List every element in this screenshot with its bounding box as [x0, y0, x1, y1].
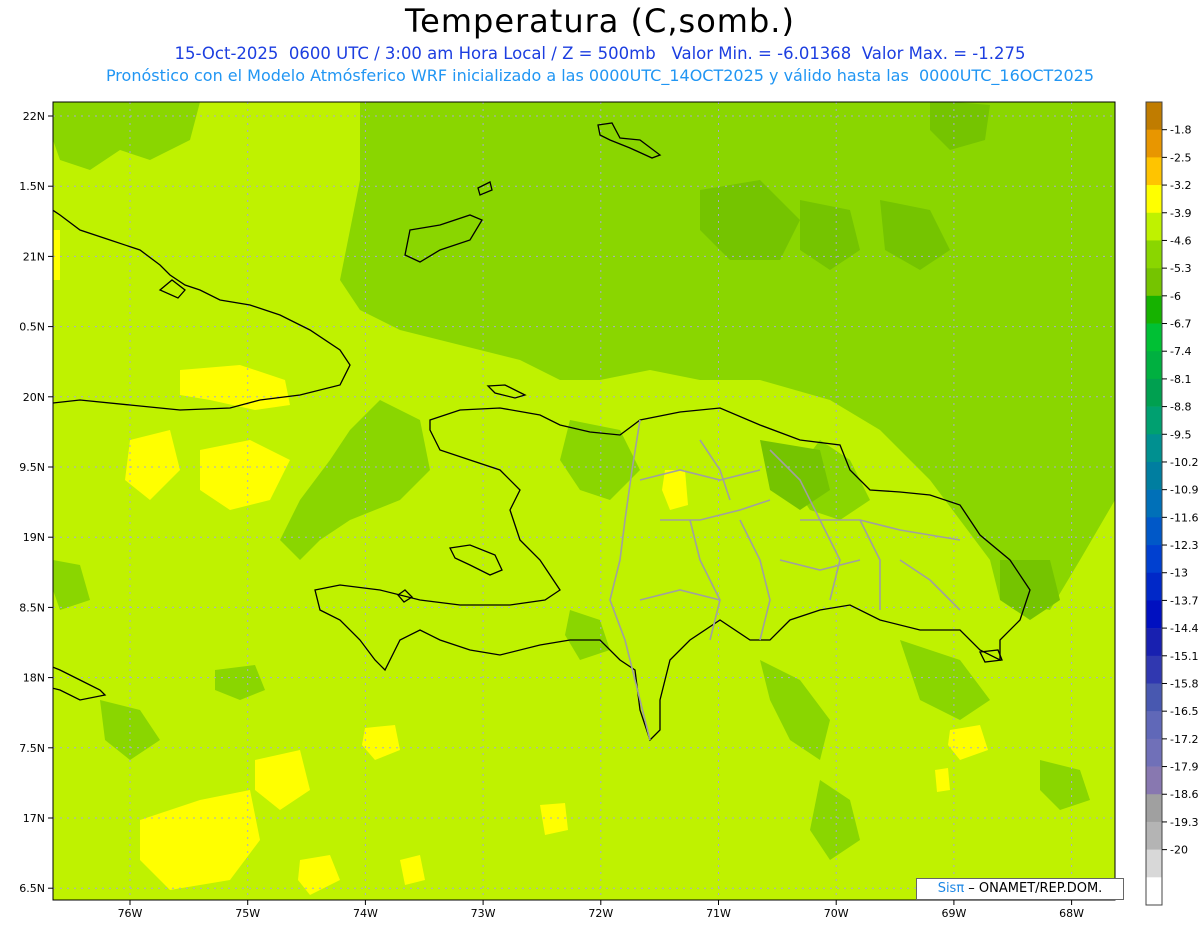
colorbar-label: -11.6	[1170, 511, 1198, 524]
colorbar-swatch	[1146, 545, 1162, 574]
colorbar-swatch	[1146, 489, 1162, 518]
colorbar-label: -10.9	[1170, 484, 1198, 497]
credit-text: – ONAMET/REP.DOM.	[964, 881, 1103, 896]
colorbar-label: -13	[1170, 567, 1188, 580]
colorbar-label: -3.2	[1170, 179, 1191, 192]
colorbar-label: -4.6	[1170, 234, 1191, 247]
colorbar-label: -6	[1170, 290, 1181, 303]
colorbar-label: -8.1	[1170, 373, 1191, 386]
colorbar-label: -15.1	[1170, 650, 1198, 663]
lat-label: 19N	[23, 531, 45, 544]
colorbar-label: -1.8	[1170, 124, 1191, 137]
lon-label: 72W	[588, 907, 613, 920]
colorbar-label: -17.2	[1170, 733, 1198, 746]
temperature-map: 22N 1.5N 21N 0.5N 20N 9.5N 19N 8.5N 18N 7.5N 17N 6.…	[19, 101, 1198, 920]
colorbar-swatch	[1146, 461, 1162, 490]
colorbar-label: -6.7	[1170, 318, 1191, 331]
colorbar-swatch	[1146, 295, 1162, 324]
colorbar-swatch	[1146, 711, 1162, 740]
colorbar-swatch	[1146, 600, 1162, 629]
lat-label: 17N	[23, 812, 45, 825]
colorbar-swatch	[1146, 821, 1162, 850]
colorbar-label: -14.4	[1170, 622, 1198, 635]
colorbar-label: -9.5	[1170, 428, 1191, 441]
colorbar-swatch	[1146, 268, 1162, 297]
colorbar-label: -18.6	[1170, 788, 1198, 801]
longitude-axis: 76W 75W 74W 73W 72W 71W 70W 69W 68W	[118, 900, 1084, 920]
lat-label: 18N	[23, 672, 45, 685]
colorbar-label: -17.9	[1170, 761, 1198, 774]
colorbar-swatch	[1146, 212, 1162, 241]
lon-label: 69W	[941, 907, 966, 920]
lat-label: 20N	[23, 391, 45, 404]
lon-label: 74W	[353, 907, 378, 920]
lon-label: 68W	[1059, 907, 1084, 920]
colorbar-swatch	[1146, 794, 1162, 823]
lat-label: 1.5N	[19, 180, 45, 193]
colorbar-swatch	[1146, 378, 1162, 407]
colorbar-swatch	[1146, 351, 1162, 380]
colorbar-label: -15.8	[1170, 677, 1198, 690]
lat-label: 22N	[23, 110, 45, 123]
colorbar-swatch	[1146, 129, 1162, 158]
colorbar-label: -20	[1170, 844, 1188, 857]
colorbar-swatch	[1146, 406, 1162, 435]
lon-label: 70W	[824, 907, 849, 920]
colorbar-label: -13.7	[1170, 594, 1198, 607]
colorbar-swatch	[1146, 102, 1162, 130]
colorbar-swatch	[1146, 849, 1162, 878]
colorbar-label: -7.4	[1170, 345, 1191, 358]
colorbar-swatch	[1146, 683, 1162, 712]
lon-label: 76W	[118, 907, 143, 920]
colorbar-swatch	[1146, 517, 1162, 546]
colorbar-swatch	[1146, 877, 1162, 906]
credit-box: Sisπ – ONAMET/REP.DOM.	[916, 878, 1124, 900]
lat-label: 21N	[23, 250, 45, 263]
colorbar-label: -16.5	[1170, 705, 1198, 718]
colorbar-label: -8.8	[1170, 401, 1191, 414]
colorbar-swatch	[1146, 157, 1162, 186]
colorbar-swatch	[1146, 185, 1162, 214]
lon-label: 71W	[706, 907, 731, 920]
lat-label: 9.5N	[19, 461, 45, 474]
colorbar-swatch	[1146, 572, 1162, 601]
lat-label: 6.5N	[19, 882, 45, 895]
credit-brand: Sisπ	[937, 881, 965, 896]
lat-label: 0.5N	[19, 321, 45, 334]
latitude-axis: 22N 1.5N 21N 0.5N 20N 9.5N 19N 8.5N 18N 7.5N 17N 6.…	[19, 110, 53, 895]
colorbar-label: -19.3	[1170, 816, 1198, 829]
colorbar-swatch	[1146, 655, 1162, 684]
colorbar-swatch	[1146, 434, 1162, 463]
colorbar-swatch	[1146, 240, 1162, 269]
colorbar-label: -10.2	[1170, 456, 1198, 469]
lon-label: 73W	[471, 907, 496, 920]
colorbar-label: -12.3	[1170, 539, 1198, 552]
lon-label: 75W	[235, 907, 260, 920]
lat-label: 8.5N	[19, 601, 45, 614]
colorbar-swatch	[1146, 738, 1162, 767]
colorbar-swatch	[1146, 628, 1162, 657]
colorbar-swatch	[1146, 766, 1162, 795]
lat-label: 7.5N	[19, 742, 45, 755]
colorbar-label: -3.9	[1170, 207, 1191, 220]
colorbar-swatch	[1146, 323, 1162, 352]
colorbar-label: -2.5	[1170, 151, 1191, 164]
colorbar: -1.8 -2.5 -3.2 -3.9 -4.6 -5.3 -6 -6.7 -7.4 -8.1 -8…	[1145, 101, 1198, 906]
colorbar-label: -5.3	[1170, 262, 1191, 275]
